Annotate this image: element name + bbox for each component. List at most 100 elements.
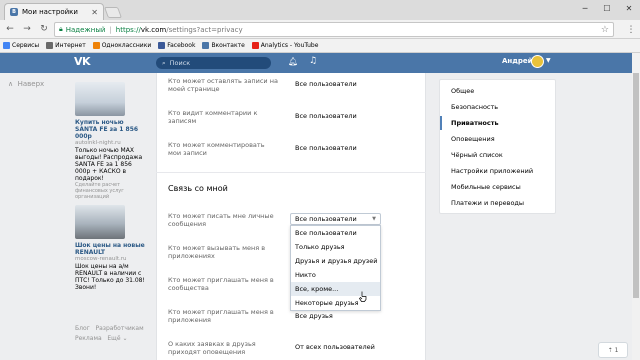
- avatar[interactable]: [531, 55, 544, 68]
- arrow-up-icon: ⇡: [607, 346, 613, 354]
- settings-menu: Общее Безопасность Приватность Оповещени…: [439, 79, 556, 214]
- footer-link-ads[interactable]: Реклама: [75, 335, 102, 342]
- menu-item-mobile-services[interactable]: Мобильные сервисы: [440, 180, 557, 194]
- bookmark-star-icon[interactable]: ☆: [601, 25, 609, 35]
- bookmark-item[interactable]: Одноклассники: [92, 42, 152, 49]
- ad-text-2: Шок цены на а/м RENAULT в наличии с ПТС!…: [75, 263, 145, 291]
- setting-label-app-invites: Кто может приглашать меня в приложения: [168, 308, 274, 324]
- footer-link-blog[interactable]: Блог: [75, 325, 90, 332]
- setting-label-app-calls: Кто может вызывать меня в приложениях: [168, 244, 266, 260]
- footer-link-developers[interactable]: Разработчикам: [96, 325, 144, 332]
- search-icon: ⌕: [162, 58, 166, 67]
- chevron-up-icon: ∧: [8, 80, 14, 88]
- bookmark-item[interactable]: Facebook: [158, 42, 195, 49]
- setting-value-app-invites[interactable]: Все друзья: [295, 312, 333, 320]
- minimize-icon[interactable]: ─: [574, 0, 596, 16]
- setting-value-wall-posts[interactable]: Все пользователи: [295, 80, 357, 88]
- scrollbar-thumb[interactable]: [633, 73, 639, 298]
- ad-text-1: Только ночью MAX выгоды! Распродажа SANT…: [75, 147, 143, 182]
- chevron-down-icon[interactable]: ▼: [546, 57, 551, 64]
- menu-item-notifications[interactable]: Оповещения: [440, 132, 557, 146]
- vk-header: [0, 53, 640, 73]
- search-input[interactable]: ⌕ Поиск: [156, 57, 271, 69]
- vk-favicon-icon: B: [10, 8, 18, 16]
- reload-icon[interactable]: ↻: [37, 22, 51, 36]
- bookmarks-bar: Сервисы Интернет Одноклассники Facebook Вкон…: [0, 39, 640, 53]
- dropdown-option[interactable]: Друзья и друзья друзей: [291, 254, 380, 268]
- ad-block-1[interactable]: Купить ночью SANTA FE за 1 856 000р auto…: [75, 82, 145, 200]
- vk-logo-icon: [202, 42, 210, 49]
- ad-title-2[interactable]: Шок цены на новые RENAULT: [75, 242, 145, 256]
- bookmark-label: Facebook: [167, 42, 196, 49]
- setting-label-comment-posts: Кто может комментировать мои записи: [168, 141, 265, 157]
- back-arrow-icon[interactable]: ←: [3, 22, 17, 36]
- url-field[interactable]: 🔒︎ Надежный | https:// vk.com /settings?…: [54, 22, 614, 37]
- setting-label-messages: Кто может писать мне личные сообщения: [168, 212, 274, 228]
- menu-item-app-settings[interactable]: Настройки приложений: [440, 164, 557, 178]
- close-window-icon[interactable]: ✕: [618, 0, 640, 16]
- dropdown-arrow-icon: ▼: [372, 216, 376, 222]
- setting-label-see-comments: Кто видит комментарии к записям: [168, 109, 258, 125]
- facebook-logo-icon: [158, 42, 166, 49]
- bookmark-label: Интернет: [55, 42, 86, 49]
- bookmark-item[interactable]: Analytics - YouTube: [251, 42, 319, 49]
- dropdown-option[interactable]: Никто: [291, 268, 380, 282]
- bookmark-label: Вконтакте: [211, 42, 245, 49]
- ad-block-2[interactable]: Шок цены на новые RENAULT moscow-renault…: [75, 205, 145, 291]
- music-icon[interactable]: ♫: [309, 56, 319, 68]
- setting-value-see-comments[interactable]: Все пользователи: [295, 112, 357, 120]
- bookmark-label: Сервисы: [12, 42, 40, 49]
- dropdown-option[interactable]: Только друзья: [291, 240, 380, 254]
- vk-logo[interactable]: VK: [74, 55, 91, 68]
- ad-image-1[interactable]: [75, 82, 125, 116]
- address-bar-row: ← → ↻ 🔒︎ Надежный | https:// vk.com /set…: [0, 20, 640, 39]
- url-separator: |: [109, 25, 112, 34]
- ad-image-2[interactable]: [75, 205, 125, 239]
- close-tab-icon[interactable]: ✕: [91, 8, 98, 17]
- apps-grid-icon: [3, 42, 10, 49]
- bookmark-label: Analytics - YouTube: [260, 42, 319, 49]
- hand-cursor-icon: [359, 291, 367, 302]
- search-placeholder: Поиск: [169, 59, 191, 67]
- notifications-bell-icon[interactable]: 🔔︎: [288, 57, 298, 69]
- url-path: /settings?act=privacy: [166, 25, 243, 34]
- ok-logo-icon: [92, 42, 100, 49]
- tab-title: Мои настройки: [22, 8, 78, 16]
- globe-icon: [46, 42, 54, 49]
- window-controls: ─ ☐ ✕: [574, 0, 640, 16]
- dropdown-option[interactable]: Все пользователи: [291, 226, 380, 240]
- setting-value-comment-posts[interactable]: Все пользователи: [295, 144, 357, 152]
- messages-privacy-select[interactable]: Все пользователи ▼: [290, 213, 381, 225]
- chevron-down-icon[interactable]: ⌄: [122, 335, 127, 342]
- scroll-to-top-label: Наверх: [17, 80, 45, 88]
- scroll-to-top-link[interactable]: ∧ Наверх: [8, 80, 44, 88]
- secure-label: Надежный: [65, 25, 106, 34]
- lock-icon: 🔒︎: [59, 25, 63, 33]
- browser-tab[interactable]: B Мои настройки ✕: [4, 3, 104, 20]
- bookmark-item[interactable]: Вконтакте: [202, 42, 245, 49]
- menu-item-privacy[interactable]: Приватность: [440, 116, 557, 130]
- browser-menu-icon[interactable]: ⋮: [626, 23, 636, 37]
- ad-disclaimer-1: Cделайте расчет финансовых услуг организ…: [75, 182, 124, 200]
- bookmark-label: Одноклассники: [101, 42, 152, 49]
- menu-item-general[interactable]: Общее: [440, 84, 557, 98]
- bookmark-item[interactable]: Интернет: [46, 42, 86, 49]
- setting-label-community-invites: Кто может приглашать меня в сообщества: [168, 276, 274, 292]
- youtube-logo-icon: [251, 42, 259, 49]
- maximize-icon[interactable]: ☐: [596, 0, 618, 16]
- user-name[interactable]: Андрей: [502, 57, 533, 65]
- ad-title-1[interactable]: Купить ночью SANTA FE за 1 856 000р: [75, 119, 145, 140]
- forward-arrow-icon[interactable]: →: [20, 22, 34, 36]
- setting-value-friend-requests[interactable]: От всех пользователей: [295, 343, 375, 351]
- menu-item-payments[interactable]: Платежи и переводы: [440, 196, 557, 210]
- scroll-up-badge[interactable]: ⇡ 1: [598, 342, 628, 358]
- setting-label-friend-requests: О каких заявках в друзья приходят оповещ…: [168, 340, 256, 356]
- menu-item-security[interactable]: Безопасность: [440, 100, 557, 114]
- section-divider: [156, 172, 426, 173]
- menu-item-blacklist[interactable]: Чёрный список: [440, 148, 557, 162]
- footer-link-more[interactable]: Ещё: [107, 335, 120, 342]
- dropdown-list: Все пользователи Только друзья Друзья и …: [290, 225, 381, 311]
- section-title: Связь со мной: [168, 184, 228, 193]
- scroll-badge-count: 1: [614, 346, 619, 354]
- bookmark-item[interactable]: Сервисы: [3, 42, 39, 49]
